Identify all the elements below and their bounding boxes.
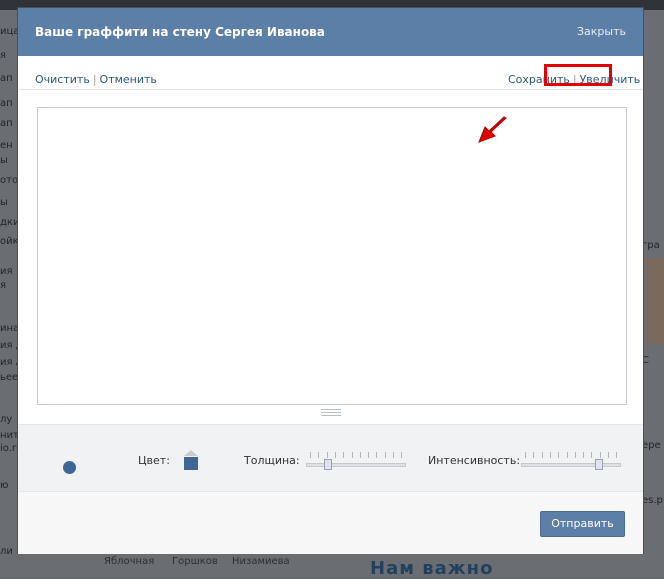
background-text: ина xyxy=(0,323,18,334)
brush-preview xyxy=(63,461,76,474)
slider-ticks xyxy=(306,452,406,458)
background-text: ия д xyxy=(0,340,18,351)
background-friend-name: Горшков xyxy=(172,556,218,567)
slider-tick xyxy=(566,452,568,458)
drawing-canvas[interactable] xyxy=(37,107,627,405)
background-text: ото xyxy=(0,175,18,186)
background-friend-name: Низамиева xyxy=(232,556,290,567)
background-text: лу xyxy=(0,414,13,425)
clear-link[interactable]: Очистить xyxy=(35,73,90,86)
slider-track xyxy=(306,463,406,467)
slider-ticks xyxy=(521,452,621,458)
slider-tick xyxy=(393,452,394,458)
brush-controls: Цвет: Толщина: Интенсивность: xyxy=(18,424,643,491)
dialog-footer: Отправить xyxy=(18,491,643,554)
background-text: нит xyxy=(0,430,18,441)
red-arrow-icon xyxy=(478,116,507,143)
slider-tick xyxy=(376,452,378,458)
slider-tick xyxy=(310,452,311,458)
background-right-column: гра Сере es.p xyxy=(642,10,664,578)
background-friend-name: Яблочная xyxy=(104,556,155,567)
slider-tick xyxy=(533,452,535,458)
slider-tick xyxy=(549,452,551,458)
slider-track xyxy=(521,463,621,467)
background-text: дки xyxy=(0,217,18,228)
thickness-label: Толщина: xyxy=(244,454,300,467)
background-text: ен xyxy=(0,140,13,151)
background-text: ли xyxy=(0,546,13,557)
dialog-title: Ваше граффити на стену Сергея Иванова xyxy=(35,25,325,39)
toolbar-separator: | xyxy=(92,73,97,86)
color-picker-arrow-icon xyxy=(184,450,198,456)
slider-tick xyxy=(318,452,320,458)
background-text: ы xyxy=(0,155,8,166)
slider-tick xyxy=(525,452,526,458)
background-text: ьее xyxy=(0,372,18,383)
background-text: ия А xyxy=(0,357,18,368)
background-text: ия xyxy=(0,266,13,277)
close-link[interactable]: Закрыть xyxy=(577,25,626,38)
slider-tick xyxy=(343,452,345,458)
send-button[interactable]: Отправить xyxy=(540,511,625,537)
intensity-slider[interactable] xyxy=(521,452,621,474)
slider-tick xyxy=(591,452,593,458)
background-text: es.p xyxy=(642,495,663,506)
background-text: ере xyxy=(642,440,661,451)
color-swatch xyxy=(184,457,198,470)
background-text: я xyxy=(0,50,7,61)
slider-tick xyxy=(541,452,543,458)
thickness-slider[interactable] xyxy=(306,452,406,474)
slider-tick xyxy=(558,452,560,458)
background-text: ойк xyxy=(0,236,18,247)
background-text: ю xyxy=(0,480,9,491)
background-text: ап xyxy=(0,98,13,109)
slider-tick xyxy=(583,452,585,458)
background-text: io.ru xyxy=(0,443,18,454)
slider-tick xyxy=(334,452,336,458)
background-text: ы xyxy=(0,197,8,208)
slider-knob[interactable] xyxy=(594,459,603,470)
slider-tick xyxy=(384,452,386,458)
slider-tick xyxy=(599,452,601,458)
background-left-column: ица я ап ап ап ен ы ото ы дки ойк ия я ина ия д ия А ьее… xyxy=(0,10,18,578)
slider-tick xyxy=(574,452,576,458)
background-text: С xyxy=(642,355,649,366)
slider-tick xyxy=(326,452,328,458)
undo-link[interactable]: Отменить xyxy=(100,73,157,86)
intensity-label: Интенсивность: xyxy=(428,454,521,467)
background-bottom-strip: Яблочная Горшков Низамиева Нам важно xyxy=(18,552,642,579)
color-label: Цвет: xyxy=(138,454,170,467)
slider-tick xyxy=(359,452,361,458)
canvas-resize-handle[interactable] xyxy=(321,409,341,418)
highlight-box xyxy=(544,64,612,86)
background-text: ап xyxy=(0,118,13,129)
background-text: гра xyxy=(642,240,660,251)
background-ad-text: Нам важно xyxy=(370,558,494,579)
slider-tick xyxy=(368,452,370,458)
background-thumbnail xyxy=(645,258,664,344)
dialog-title-bar: Ваше граффити на стену Сергея Иванова За… xyxy=(18,8,643,56)
color-picker[interactable] xyxy=(184,450,198,470)
slider-knob[interactable] xyxy=(324,459,333,470)
slider-tick xyxy=(616,452,618,458)
background-text: я xyxy=(0,280,7,291)
background-text: ап xyxy=(0,73,13,84)
slider-tick xyxy=(351,452,353,458)
slider-tick xyxy=(401,452,403,458)
background-text: ица xyxy=(0,26,18,37)
slider-tick xyxy=(608,452,609,458)
